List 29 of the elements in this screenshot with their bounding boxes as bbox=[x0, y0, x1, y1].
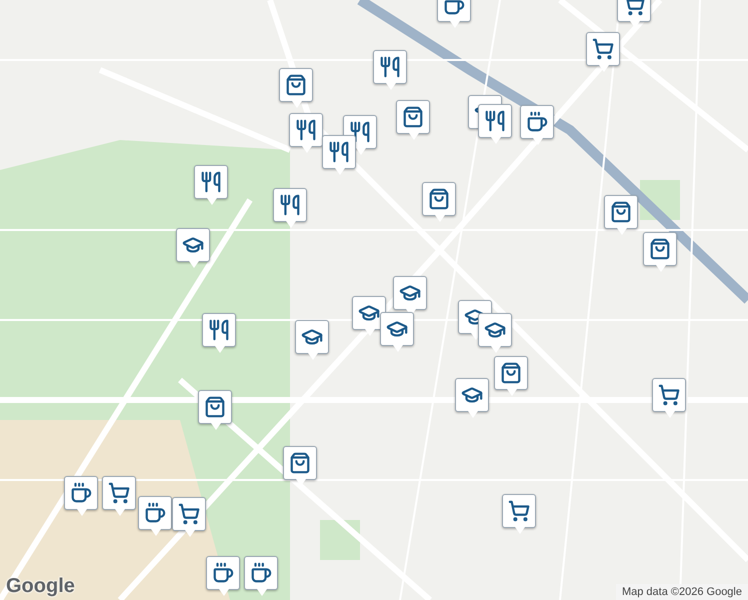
fork-knife-icon bbox=[295, 119, 317, 141]
fork-knife-icon bbox=[379, 56, 401, 78]
shopping-bag-icon bbox=[610, 201, 632, 223]
cafe-cup-icon bbox=[443, 0, 465, 16]
shopping-cart-icon bbox=[108, 482, 130, 504]
shopping-cart-icon bbox=[658, 384, 680, 406]
shopping-bag-icon bbox=[289, 452, 311, 474]
shopping-cart-icon bbox=[592, 38, 614, 60]
cafe-cup-icon bbox=[526, 111, 548, 133]
cafe-cup-icon bbox=[250, 562, 272, 584]
fork-knife-icon bbox=[349, 121, 371, 143]
fork-knife-icon bbox=[200, 171, 222, 193]
shopping-bag-icon bbox=[204, 396, 226, 418]
shopping-cart-icon bbox=[508, 500, 530, 522]
shopping-cart-icon bbox=[178, 503, 200, 525]
fork-knife-icon bbox=[328, 141, 350, 163]
shopping-bag-icon bbox=[428, 188, 450, 210]
shopping-bag-icon bbox=[649, 238, 671, 260]
cafe-cup-icon bbox=[70, 482, 92, 504]
fork-knife-icon bbox=[279, 194, 301, 216]
shopping-bag-icon bbox=[402, 106, 424, 128]
cafe-cup-icon bbox=[212, 562, 234, 584]
fork-knife-icon bbox=[484, 110, 506, 132]
fork-knife-icon bbox=[208, 319, 230, 341]
cafe-cup-icon bbox=[144, 502, 166, 524]
shopping-bag-icon bbox=[285, 74, 307, 96]
map-attribution: Map data ©2026 Google bbox=[616, 584, 748, 600]
map-logo: Google bbox=[6, 575, 75, 598]
shopping-bag-icon bbox=[500, 362, 522, 384]
